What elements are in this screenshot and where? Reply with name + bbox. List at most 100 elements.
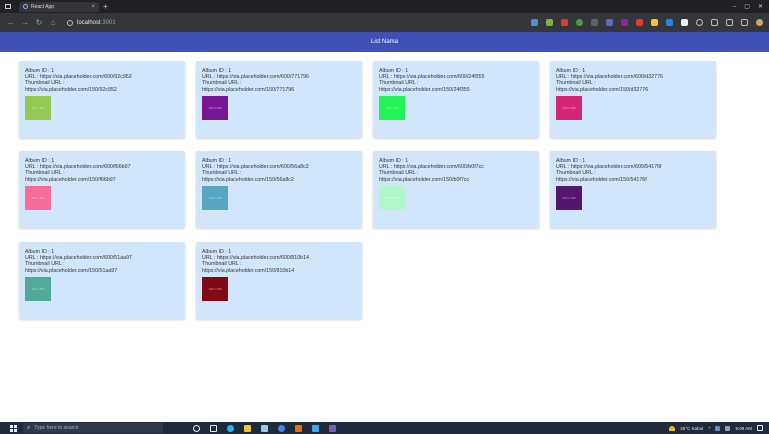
site-info-icon[interactable] xyxy=(67,19,73,26)
thumbnail-size-text: 150 x 150 xyxy=(562,105,576,110)
search-icon: ⌕ xyxy=(27,424,31,431)
taskbar-apps xyxy=(193,424,336,432)
tray-expand-icon[interactable]: ^ xyxy=(708,426,710,431)
weather-text[interactable]: 25°C Kabut xyxy=(680,426,703,431)
thumbnail-url: https://via.placeholder.com/150/92c952 xyxy=(25,86,117,93)
close-window-button[interactable]: ✕ xyxy=(758,3,763,10)
side-panel-icon[interactable] xyxy=(741,19,748,26)
thumbnail-url: https://via.placeholder.com/150/24f355 xyxy=(379,86,470,93)
thumbnail-image: 150 x 150 xyxy=(25,95,51,120)
notification-icon[interactable] xyxy=(757,425,763,431)
maximize-button[interactable]: ▢ xyxy=(744,3,750,10)
page-title: List Nama xyxy=(370,39,398,45)
thumbnail-size-text: 150 x 150 xyxy=(385,195,399,200)
forward-button[interactable]: → xyxy=(19,18,31,27)
minimize-button[interactable]: – xyxy=(733,4,736,10)
taskbar-clock[interactable]: 5:09 AM xyxy=(735,426,752,431)
extension-icon[interactable] xyxy=(621,19,628,26)
thumbnail-image: 150 x 150 xyxy=(25,185,51,210)
thumbnail-url: https://via.placeholder.com/150/810b14 xyxy=(202,267,295,274)
thumbnail-image: 150 x 150 xyxy=(379,95,405,120)
store-icon[interactable] xyxy=(261,424,268,432)
album-card: Album ID : 1 URL : https://via.placehold… xyxy=(196,242,362,319)
album-card: Album ID : 1 URL : https://via.placehold… xyxy=(196,61,362,138)
extension-icon[interactable] xyxy=(696,19,703,26)
thumbnail-size-text: 150 x 150 xyxy=(31,105,45,110)
new-tab-button[interactable]: + xyxy=(103,2,108,11)
tab-close-icon[interactable]: × xyxy=(91,4,95,10)
browser-tab[interactable]: React App × xyxy=(19,1,99,12)
extension-icon[interactable] xyxy=(636,19,643,26)
thumbnail-size-text: 150 x 150 xyxy=(562,195,576,200)
extension-icon[interactable] xyxy=(591,19,598,26)
extension-icon[interactable] xyxy=(666,19,673,26)
thumbnail-url: https://via.placeholder.com/150/54176f xyxy=(556,176,647,183)
thumbnail-url: https://via.placeholder.com/150/f66b97 xyxy=(25,176,116,183)
app-header: List Nama xyxy=(0,32,769,52)
thumbnail-size-text: 150 x 150 xyxy=(208,105,222,110)
profile-avatar[interactable] xyxy=(756,19,763,26)
thumbnail-image: 150 x 150 xyxy=(202,276,228,301)
thumbnail-image: 150 x 150 xyxy=(202,95,228,120)
album-card: Album ID : 1 URL : https://via.placehold… xyxy=(19,151,185,228)
search-placeholder: Type here to search xyxy=(34,425,79,431)
extension-icon[interactable] xyxy=(546,19,553,26)
browser-address-bar: ← → ↻ ⌂ localhost:3001 xyxy=(0,13,769,32)
gmail-extension-icon[interactable] xyxy=(561,19,568,26)
extension-icon[interactable] xyxy=(576,19,583,26)
windows-taskbar: ⌕ Type here to search 25°C Kabut ^ 5:09 … xyxy=(0,422,769,434)
thumbnail-url: https://via.placeholder.com/150/51aa97 xyxy=(25,267,118,274)
album-card: Album ID : 1 URL : https://via.placehold… xyxy=(373,61,539,138)
system-tray: 25°C Kabut ^ 5:09 AM xyxy=(669,425,763,431)
thumbnail-image: 150 x 150 xyxy=(25,276,51,301)
thumbnail-image: 150 x 150 xyxy=(556,185,582,210)
weather-icon[interactable] xyxy=(669,425,676,431)
app-icon[interactable] xyxy=(295,424,302,432)
window-controls: – ▢ ✕ xyxy=(733,3,763,11)
extensions-bar xyxy=(531,19,763,26)
album-card: Album ID : 1 URL : https://via.placehold… xyxy=(550,61,716,138)
thumbnail-url: https://via.placeholder.com/150/b0f7cc xyxy=(379,176,470,183)
thumbnail-size-text: 150 x 150 xyxy=(385,105,399,110)
edge-browser-icon[interactable] xyxy=(227,424,234,432)
browser-tab-bar: React App × + – ▢ ✕ xyxy=(0,0,769,13)
chrome-icon[interactable] xyxy=(278,424,285,432)
extension-icon[interactable] xyxy=(531,19,538,26)
album-card: Album ID : 1 URL : https://via.placehold… xyxy=(19,242,185,319)
task-view-icon[interactable] xyxy=(210,424,217,432)
reload-button[interactable]: ↻ xyxy=(33,18,45,27)
thumbnail-image: 150 x 150 xyxy=(379,185,405,210)
album-card: Album ID : 1 URL : https://via.placehold… xyxy=(19,61,185,138)
window-menu-icon[interactable] xyxy=(5,4,11,9)
tab-title: React App xyxy=(31,3,55,10)
thumbnail-size-text: 150 x 150 xyxy=(31,195,45,200)
reading-list-icon[interactable] xyxy=(726,19,733,26)
extension-icon[interactable] xyxy=(606,19,613,26)
extension-icon[interactable] xyxy=(651,19,658,26)
volume-icon[interactable] xyxy=(725,425,731,431)
network-icon[interactable] xyxy=(715,425,721,431)
taskbar-search-input[interactable]: ⌕ Type here to search xyxy=(23,423,163,433)
clock-time: 5:09 AM xyxy=(735,425,752,431)
home-button[interactable]: ⌂ xyxy=(47,18,59,27)
extension-icon[interactable] xyxy=(681,19,688,26)
album-card: Album ID : 1 URL : https://via.placehold… xyxy=(373,151,539,228)
thumbnail-size-text: 150 x 150 xyxy=(31,286,45,291)
file-explorer-icon[interactable] xyxy=(244,424,251,432)
windows-start-icon[interactable] xyxy=(10,424,17,432)
url-input[interactable]: localhost:3001 xyxy=(67,16,187,29)
url-host: localhost xyxy=(77,19,101,26)
thumbnail-image: 150 x 150 xyxy=(202,185,228,210)
url-port: :3001 xyxy=(100,19,116,26)
vscode-icon[interactable] xyxy=(312,424,319,432)
back-button[interactable]: ← xyxy=(5,18,17,27)
album-card: Album ID : 1 URL : https://via.placehold… xyxy=(550,151,716,228)
thumbnail-size-text: 150 x 150 xyxy=(208,286,222,291)
puzzle-extensions-icon[interactable] xyxy=(711,19,718,26)
thumbnail-url: https://via.placeholder.com/150/d32776 xyxy=(556,86,649,93)
cortana-icon[interactable] xyxy=(193,424,200,432)
thumbnail-url: https://via.placeholder.com/150/771796 xyxy=(202,86,295,93)
app-icon[interactable] xyxy=(329,424,336,432)
react-favicon-icon xyxy=(23,4,28,9)
thumbnail-image: 150 x 150 xyxy=(556,95,582,120)
